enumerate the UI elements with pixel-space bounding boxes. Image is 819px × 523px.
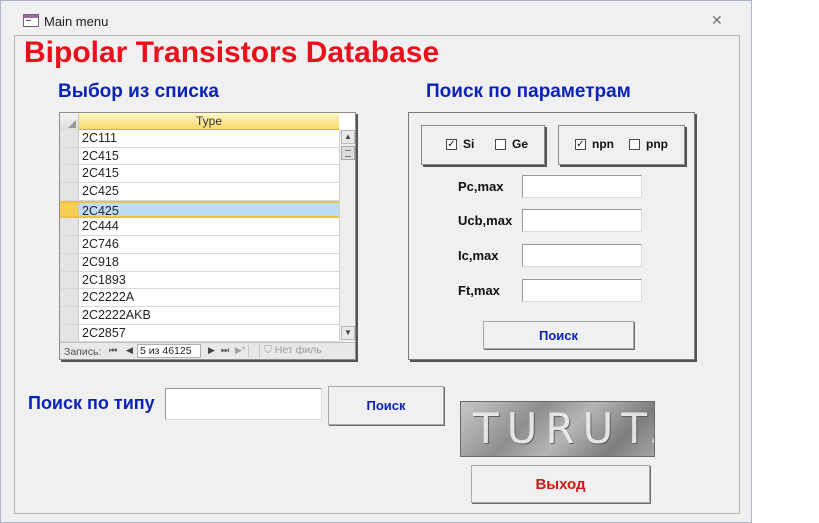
ucb-max-label: Ucb,max — [458, 213, 513, 228]
param-search-button[interactable]: Поиск — [483, 321, 634, 349]
type-search-button[interactable]: Поиск — [328, 386, 444, 425]
type-cell: 2C415 — [82, 148, 119, 163]
list-row-current[interactable]: 2C425 — [60, 200, 339, 219]
param-section-title: Поиск по параметрам — [426, 81, 631, 102]
window-title: Main menu — [44, 14, 109, 29]
pc-max-field[interactable] — [522, 175, 642, 198]
records-label: Запись: — [64, 346, 102, 358]
logo-text: TURUTA — [473, 404, 654, 453]
ge-checkbox[interactable] — [495, 139, 506, 150]
turuta-logo: TURUTA — [460, 401, 655, 457]
last-record-icon[interactable]: ⏭ — [221, 345, 229, 356]
ucb-max-field[interactable] — [522, 209, 642, 232]
type-cell: 2C746 — [82, 237, 119, 252]
type-cell: 2C2222A — [82, 290, 135, 305]
scroll-thumb[interactable] — [341, 146, 355, 160]
list-row[interactable]: 2C746 — [60, 236, 339, 254]
pc-max-label: Pc,max — [458, 179, 504, 194]
row-selector[interactable] — [60, 289, 79, 306]
si-label: Si — [463, 137, 475, 151]
row-selector[interactable] — [60, 324, 79, 342]
list-row[interactable]: 2C2222AKB — [60, 306, 339, 325]
row-selector[interactable] — [60, 183, 79, 200]
param-search-panel: ✓ Si Ge ✓ npn pnp Pc,max Ucb,max Ic,max … — [408, 112, 695, 360]
npn-label: npn — [592, 137, 614, 151]
list-header: Type — [60, 113, 339, 130]
type-cell: 2C111 — [82, 131, 117, 145]
row-selector[interactable] — [60, 306, 79, 324]
app-title: Bipolar Transistors Database — [24, 36, 440, 69]
type-search-label: Поиск по типу — [28, 393, 155, 413]
row-selector[interactable] — [60, 236, 79, 253]
list-row[interactable]: 2C415 — [60, 147, 339, 166]
filter-label: Нет филь — [274, 344, 322, 356]
nav-separator — [248, 345, 249, 357]
record-navigation: Запись: ⏮ ◀ 5 из 46125 ▶ ⏭ ▶* ⛉ Нет филь — [60, 342, 355, 359]
material-group: ✓ Si Ge — [421, 125, 545, 165]
type-cell: 2C2222AKB — [82, 307, 151, 322]
record-counter[interactable]: 5 из 46125 — [137, 344, 201, 358]
transistor-list[interactable]: Type 2C111 2C415 2C415 2C425 2C425 2C444… — [59, 112, 356, 360]
row-selector[interactable] — [60, 165, 79, 183]
row-selector[interactable] — [60, 202, 79, 217]
prev-record-icon[interactable]: ◀ — [126, 345, 133, 356]
column-header-type[interactable]: Type — [79, 114, 339, 128]
pnp-label: pnp — [646, 137, 668, 151]
row-selector[interactable] — [60, 253, 79, 271]
list-scrollbar[interactable]: ▲ ▼ — [339, 130, 355, 342]
list-row[interactable]: 2C415 — [60, 165, 339, 184]
type-cell: 2C1893 — [82, 272, 126, 287]
filter-icon: ⛉ — [264, 344, 275, 356]
form-icon — [23, 14, 39, 27]
title-bar: Main menu ✕ — [1, 1, 751, 31]
close-icon[interactable]: ✕ — [711, 12, 723, 29]
select-all-corner[interactable] — [60, 113, 79, 130]
filter-status[interactable]: ⛉ Нет филь — [259, 344, 341, 358]
polarity-group: ✓ npn pnp — [558, 125, 685, 165]
ic-max-field[interactable] — [522, 244, 642, 267]
first-record-icon[interactable]: ⏮ — [109, 345, 117, 356]
list-row[interactable]: 2C111 — [60, 130, 339, 148]
exit-button[interactable]: Выход — [471, 465, 650, 503]
list-row[interactable]: 2C918 — [60, 253, 339, 272]
pnp-checkbox[interactable] — [629, 139, 640, 150]
list-row[interactable]: 2C444 — [60, 218, 339, 237]
type-cell: 2C425 — [82, 184, 119, 199]
list-rows: 2C111 2C415 2C415 2C425 2C425 2C444 2C74… — [60, 130, 339, 342]
type-cell: 2C425 — [82, 203, 119, 218]
ic-max-label: Ic,max — [458, 248, 499, 263]
list-row[interactable]: 2C1893 — [60, 271, 339, 290]
si-checkbox[interactable]: ✓ — [446, 139, 457, 150]
row-selector[interactable] — [60, 218, 79, 236]
ft-max-field[interactable] — [522, 279, 642, 302]
ft-max-label: Ft,max — [458, 283, 500, 298]
type-cell: 2C918 — [82, 254, 119, 269]
type-cell: 2C444 — [82, 219, 119, 234]
type-search-input[interactable] — [165, 388, 322, 420]
list-section-title: Выбор из списка — [58, 81, 219, 102]
type-cell: 2C415 — [82, 166, 119, 181]
scroll-down-icon[interactable]: ▼ — [341, 326, 355, 340]
row-selector[interactable] — [60, 130, 79, 147]
new-record-icon[interactable]: ▶* — [235, 345, 245, 356]
next-record-icon[interactable]: ▶ — [208, 345, 215, 356]
row-selector[interactable] — [60, 271, 79, 289]
scroll-up-icon[interactable]: ▲ — [341, 130, 355, 144]
npn-checkbox[interactable]: ✓ — [575, 139, 586, 150]
list-row[interactable]: 2C2222A — [60, 289, 339, 307]
list-row[interactable]: 2C425 — [60, 183, 339, 201]
type-cell: 2C2857 — [82, 325, 126, 340]
list-row[interactable]: 2C2857 — [60, 324, 339, 342]
row-selector[interactable] — [60, 147, 79, 165]
ge-label: Ge — [512, 137, 529, 151]
